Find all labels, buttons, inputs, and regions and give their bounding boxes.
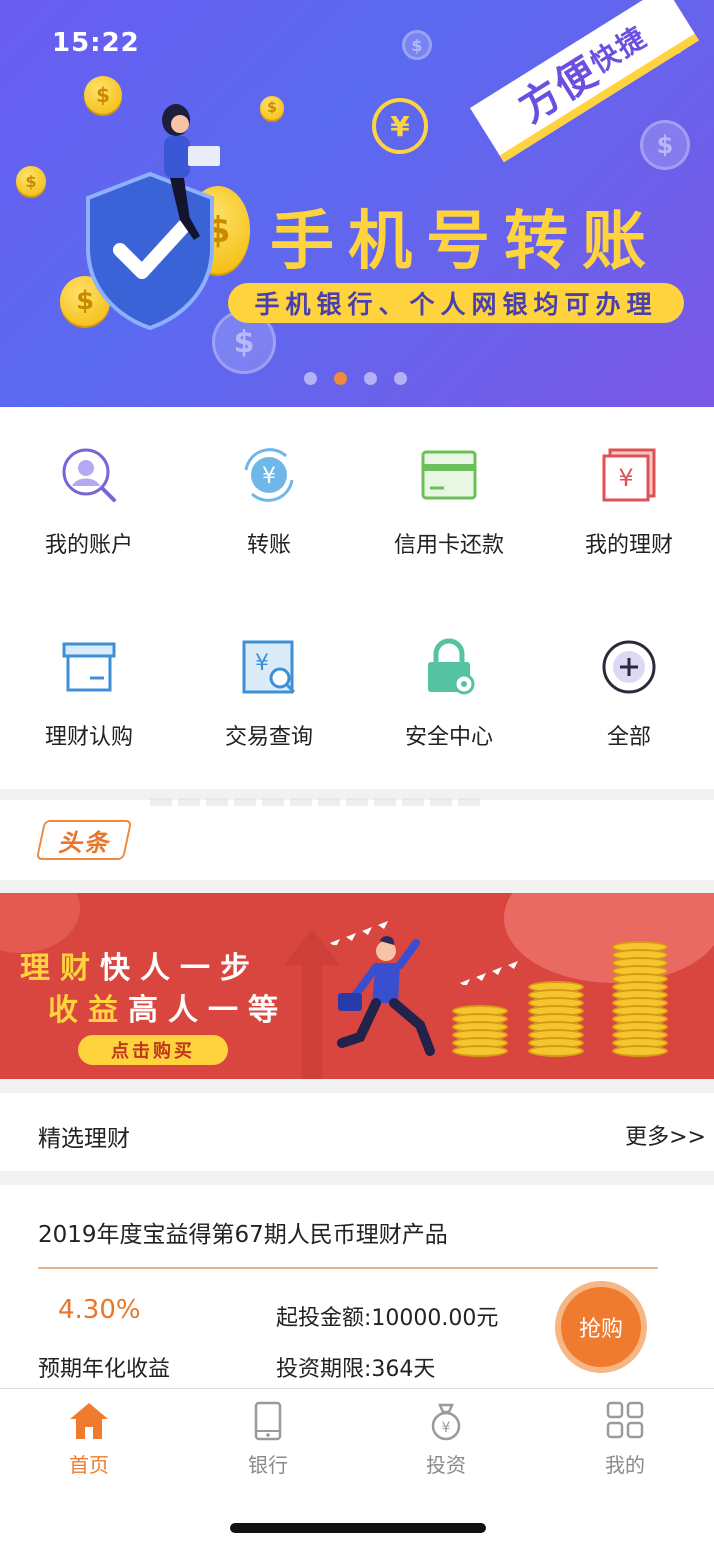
promo-line-2-highlight: 收益 (48, 993, 128, 1028)
svg-text:¥: ¥ (618, 464, 633, 492)
credit-card-icon (419, 445, 479, 505)
coin-icon: $ (84, 76, 122, 114)
coin-stack-short (452, 1005, 508, 1057)
yen-exchange-icon: ¥ (372, 98, 428, 154)
grid-icon (606, 1401, 644, 1439)
wealth-promo-banner[interactable]: 理财快人一步 收益高人一等 点击购买 (0, 893, 714, 1079)
divider (38, 1267, 658, 1269)
shortcut-wealth-subscribe[interactable]: 理财认购 (0, 637, 178, 751)
lock-gear-icon (419, 637, 479, 697)
triangle-arrows-decor (330, 921, 388, 945)
section-title: 精选理财 (38, 1126, 130, 1152)
shortcut-credit-card-repay[interactable]: 信用卡还款 (360, 445, 538, 559)
product-card[interactable]: 2019年度宝益得第67期人民币理财产品 4.30% 预期年化收益 起投金额:1… (0, 1185, 714, 1390)
coin-icon: $ (640, 120, 690, 170)
shortcut-label: 交易查询 (224, 725, 313, 750)
coin-stack-tall (612, 941, 668, 1057)
coin-stack-medium (528, 981, 584, 1057)
shortcut-all[interactable]: 全部 (540, 637, 714, 751)
tab-bank[interactable]: 银行 (208, 1401, 328, 1478)
snap-buy-button[interactable]: 抢购 (555, 1281, 647, 1373)
shortcut-label: 我的理财 (584, 533, 673, 558)
status-time: 15:22 (52, 28, 140, 58)
bottom-tab-bar: 首页 银行 ¥ 投资 我的 (0, 1388, 714, 1545)
product-min-investment: 起投金额:10000.00元 (276, 1306, 499, 1331)
banner-title: 手机号转账 (270, 205, 660, 279)
account-search-icon (59, 445, 119, 505)
triangle-arrows-decor (460, 961, 518, 985)
more-link[interactable]: 更多>> (625, 1119, 706, 1151)
shortcut-label: 我的账户 (44, 533, 133, 558)
shortcut-label: 理财认购 (44, 725, 133, 750)
svg-text:¥: ¥ (262, 464, 276, 489)
promo-carousel-banner[interactable]: 15:22 $ $ $ $ $ $ $ $ ¥ 方便 快捷 手机号转账 手机银行、… (0, 0, 714, 407)
shortcut-label: 转账 (246, 533, 291, 558)
home-indicator[interactable] (230, 1523, 486, 1533)
shortcut-my-account[interactable]: 我的账户 (0, 445, 178, 559)
headline-tag-text: 头条 (58, 828, 110, 857)
shortcut-label: 安全中心 (404, 725, 493, 750)
plus-circle-icon (599, 637, 659, 697)
transaction-search-icon: ¥ (239, 637, 299, 697)
product-rate: 4.30% (58, 1295, 141, 1325)
shortcut-grid: 我的账户 ¥ 转账 信用卡还款 ¥ 我的理财 理财认购 ¥ 交易查询 安全中心 … (0, 407, 714, 789)
promo-line-1-highlight: 理财 (20, 951, 100, 986)
tab-invest[interactable]: ¥ 投资 (386, 1401, 506, 1478)
promo-line-1-text: 快人一步 (100, 951, 260, 986)
carousel-dot[interactable] (394, 372, 407, 385)
featured-wealth-header: 精选理财 更多>> (0, 1093, 714, 1171)
tab-mine[interactable]: 我的 (565, 1401, 685, 1478)
product-term: 投资期限:364天 (276, 1357, 436, 1382)
shortcut-transaction-query[interactable]: ¥ 交易查询 (180, 637, 358, 751)
tab-label: 我的 (605, 1453, 645, 1477)
shortcut-my-wealth[interactable]: ¥ 我的理财 (540, 445, 714, 559)
promo-line-1: 理财快人一步 (20, 943, 260, 987)
shortcut-security-center[interactable]: 安全中心 (360, 637, 538, 751)
svg-text:¥: ¥ (255, 651, 269, 676)
shortcut-label: 信用卡还款 (393, 533, 504, 558)
app-screen: 15:22 $ $ $ $ $ $ $ $ ¥ 方便 快捷 手机号转账 手机银行、… (0, 0, 714, 1545)
carousel-dot[interactable] (364, 372, 377, 385)
carousel-dots[interactable] (304, 372, 407, 385)
svg-text:¥: ¥ (442, 1420, 451, 1436)
person-laptop-illustration (162, 104, 220, 240)
product-rate-label: 预期年化收益 (38, 1357, 171, 1382)
coin-icon: $ (260, 96, 284, 120)
banner-subtitle: 手机银行、个人网银均可办理 (228, 283, 684, 323)
headline-tag: 头条 (35, 820, 133, 860)
coin-icon: $ (16, 166, 46, 196)
buy-now-button[interactable]: 点击购买 (78, 1035, 228, 1065)
shortcut-transfer[interactable]: ¥ 转账 (180, 445, 358, 559)
transfer-yen-icon: ¥ (239, 445, 299, 505)
carousel-dot-active[interactable] (334, 372, 347, 385)
carousel-dot[interactable] (304, 372, 317, 385)
product-name: 2019年度宝益得第67期人民币理财产品 (38, 1222, 448, 1248)
tab-home[interactable]: 首页 (29, 1401, 149, 1478)
promo-line-2: 收益高人一等 (48, 985, 288, 1029)
ticker-faded-text (150, 798, 480, 806)
tab-label: 投资 (426, 1453, 466, 1477)
headline-ticker[interactable]: 头条 (0, 798, 714, 880)
money-bag-icon: ¥ (431, 1403, 461, 1441)
home-icon (70, 1403, 108, 1439)
shortcut-label: 全部 (606, 725, 651, 750)
tab-label: 首页 (69, 1453, 109, 1477)
box-icon (59, 637, 119, 697)
phone-icon (254, 1401, 282, 1441)
tab-label: 银行 (248, 1453, 288, 1477)
running-man-illustration (337, 936, 435, 1056)
coin-icon: $ (402, 30, 432, 60)
wealth-yen-icon: ¥ (599, 445, 659, 505)
promo-line-2-text: 高人一等 (128, 993, 288, 1028)
